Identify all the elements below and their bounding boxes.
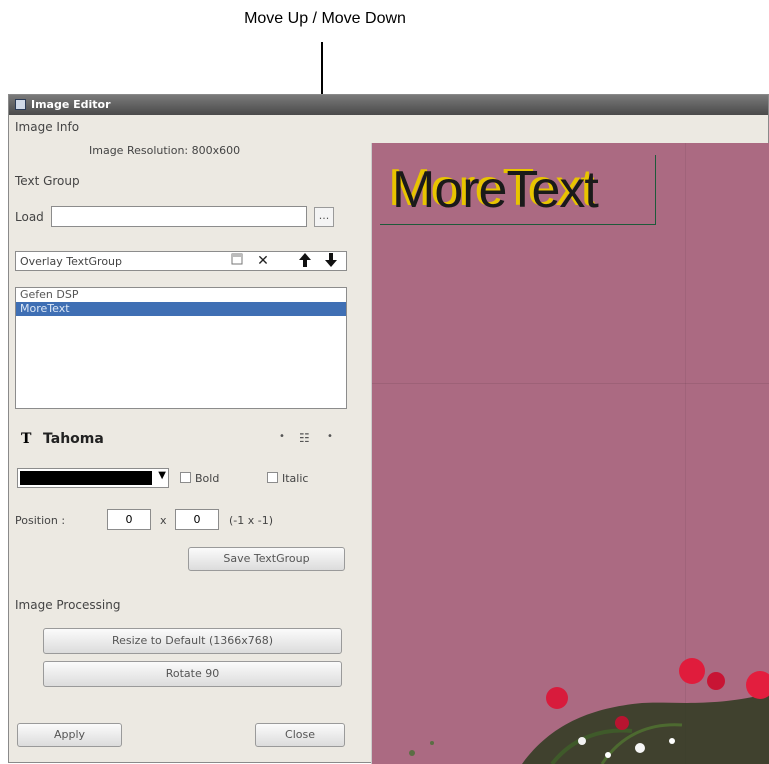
- font-settings-icon[interactable]: ☷: [299, 431, 310, 445]
- italic-label: Italic: [282, 472, 309, 485]
- chevron-down-icon: ▼: [158, 470, 166, 481]
- font-icon: T: [21, 431, 32, 447]
- image-resolution-text: Image Resolution: 800x600: [89, 144, 241, 157]
- text-selection-box[interactable]: MoreText MoreText: [380, 155, 656, 225]
- flowers-image: [409, 658, 769, 764]
- position-label: Position :: [15, 514, 66, 527]
- bold-checkbox[interactable]: [180, 472, 191, 483]
- text-group-label: Text Group: [15, 174, 80, 188]
- resize-to-default-button[interactable]: Resize to Default (1366x768): [43, 628, 342, 654]
- overlay-textgroup-label: Overlay TextGroup: [20, 255, 122, 268]
- window-title: Image Editor: [31, 98, 111, 111]
- textgroup-list[interactable]: Gefen DSP MoreText: [15, 287, 347, 409]
- color-swatch: [20, 471, 152, 485]
- rotate-button[interactable]: Rotate 90: [43, 661, 342, 687]
- save-textgroup-button[interactable]: Save TextGroup: [188, 547, 345, 571]
- overlay-text: MoreText: [392, 161, 599, 219]
- font-size-dropdown-icon[interactable]: •: [279, 431, 285, 442]
- title-bar[interactable]: Image Editor: [9, 95, 768, 115]
- list-item-selected[interactable]: MoreText: [16, 302, 346, 316]
- load-path-input[interactable]: [51, 206, 307, 227]
- browse-button[interactable]: ...: [314, 207, 334, 227]
- font-row: T Tahoma • ☷ •: [17, 431, 347, 449]
- position-y-input[interactable]: 0: [175, 509, 219, 530]
- list-item[interactable]: Gefen DSP: [16, 288, 346, 302]
- image-editor-window: Image Editor Image Info Image Resolution…: [8, 94, 769, 764]
- image-processing-label: Image Processing: [15, 598, 121, 612]
- image-info-label: Image Info: [15, 120, 80, 134]
- overlay-textgroup-combo[interactable]: Overlay TextGroup ✕: [15, 251, 347, 271]
- image-preview[interactable]: MoreText MoreText: [371, 143, 769, 764]
- wall-seam: [372, 383, 769, 384]
- position-hint: (-1 x -1): [229, 514, 274, 527]
- italic-checkbox[interactable]: [267, 472, 278, 483]
- bold-label: Bold: [195, 472, 220, 485]
- position-separator: x: [160, 514, 167, 527]
- callout-label: Move Up / Move Down: [244, 10, 406, 27]
- close-button[interactable]: Close: [255, 723, 345, 747]
- new-textgroup-icon[interactable]: [228, 252, 246, 270]
- move-down-icon[interactable]: [322, 252, 340, 270]
- delete-textgroup-icon[interactable]: ✕: [254, 252, 272, 270]
- text-color-picker[interactable]: ▼: [17, 468, 169, 488]
- app-icon: [15, 99, 26, 110]
- apply-button[interactable]: Apply: [17, 723, 122, 747]
- font-options-icon[interactable]: •: [327, 431, 333, 442]
- position-x-input[interactable]: 0: [107, 509, 151, 530]
- font-name[interactable]: Tahoma: [43, 431, 104, 447]
- move-up-icon[interactable]: [296, 252, 314, 270]
- load-label: Load: [15, 210, 44, 224]
